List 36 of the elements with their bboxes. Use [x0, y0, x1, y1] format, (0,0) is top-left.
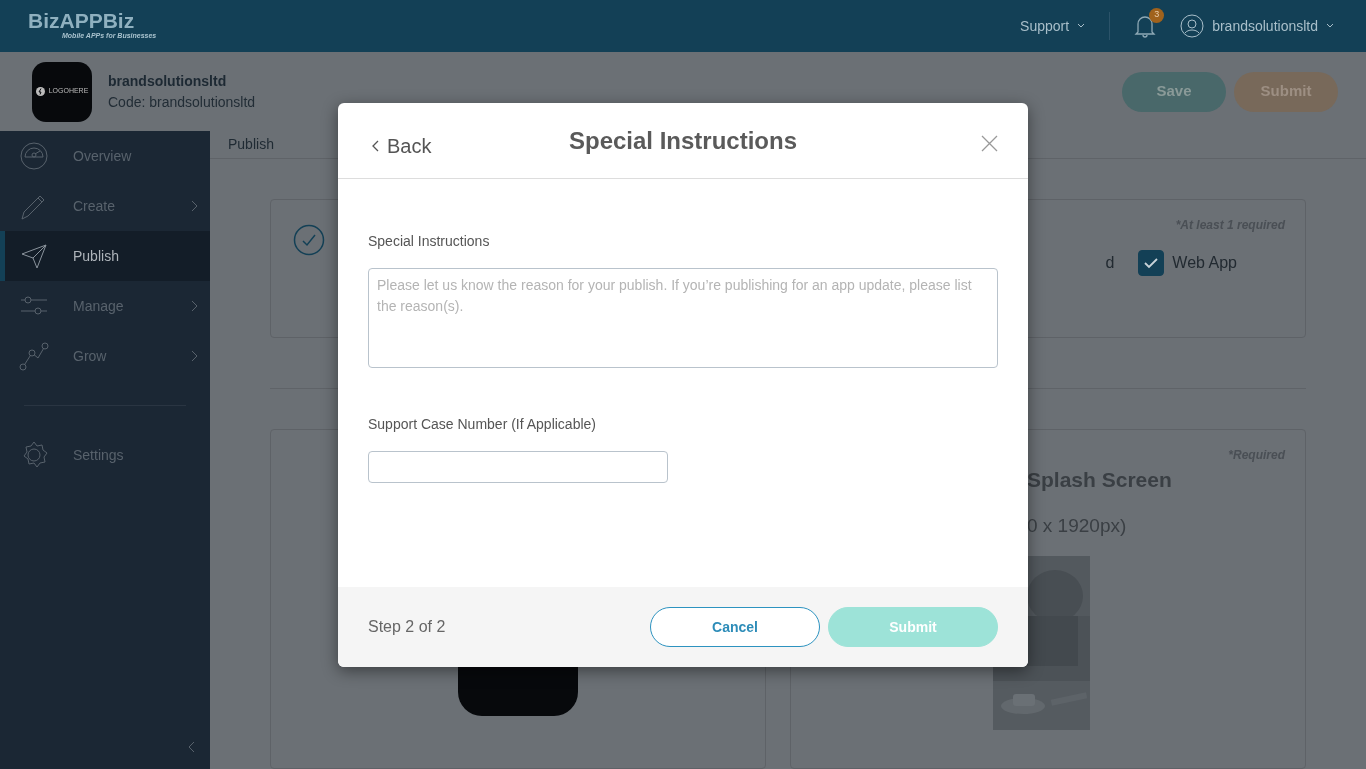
logo-text: BizAPPBiz: [28, 10, 136, 32]
connected-nodes-icon: [19, 341, 49, 371]
platform-label: Web App: [1172, 253, 1237, 273]
support-menu[interactable]: Support: [1020, 15, 1086, 37]
sidebar-item[interactable]: Settings: [0, 430, 210, 480]
user-menu[interactable]: brandsolutionsltd: [1180, 14, 1334, 38]
chevron-down-icon: [1077, 23, 1086, 29]
chevron-down-icon: [1326, 23, 1334, 29]
sidebar-item[interactable]: Publish: [0, 231, 210, 281]
bolt-icon: [35, 87, 45, 96]
sidebar-item[interactable]: Overview: [0, 131, 210, 181]
sidebar-item[interactable]: Grow: [0, 331, 210, 381]
user-avatar-icon: [1180, 14, 1205, 38]
breadcrumb: Publish: [228, 135, 274, 154]
app-name: brandsolutionsltd: [108, 71, 228, 91]
back-button[interactable]: Back: [372, 131, 432, 161]
collapse-chevron-icon[interactable]: [188, 741, 196, 753]
platform-label: d: [1105, 253, 1115, 273]
step-indicator: Step 2 of 2: [368, 617, 446, 637]
field-label: Support Case Number (If Applicable): [368, 415, 597, 434]
sidebar-item[interactable]: Create: [0, 181, 210, 231]
save-button[interactable]: Save: [1122, 71, 1226, 112]
check-circle-icon: [293, 224, 325, 256]
sidebar-item[interactable]: Manage: [0, 281, 210, 331]
gauge-icon: [19, 141, 49, 171]
checkbox[interactable]: [1138, 250, 1165, 276]
app-code: Code: brandsolutionsltd: [108, 92, 256, 112]
paper-plane-icon: [19, 241, 49, 271]
cancel-button[interactable]: Cancel: [650, 607, 820, 647]
notification-count: 3: [1149, 7, 1165, 23]
chevron-left-icon: [372, 140, 379, 152]
text-input[interactable]: [368, 451, 668, 483]
text-area[interactable]: Please let us know the reason for your publish. If you’re publishing for an app update, please list the reason(s).: [368, 268, 998, 368]
field-label: Special Instructions: [368, 232, 491, 251]
modal-title: Special Instructions: [568, 125, 798, 156]
check-icon: [1143, 257, 1160, 269]
